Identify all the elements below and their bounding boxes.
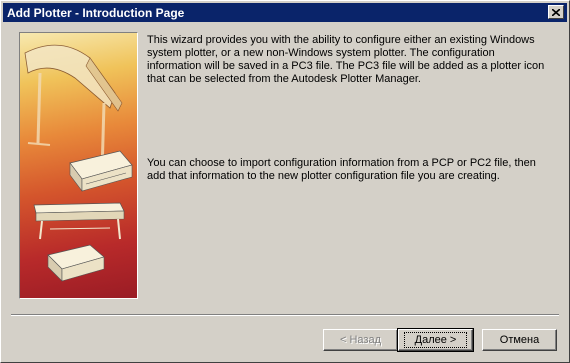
close-button[interactable]	[548, 5, 564, 19]
back-button[interactable]: < Назад	[323, 329, 398, 351]
close-icon	[552, 8, 560, 16]
window-title: Add Plotter - Introduction Page	[7, 5, 185, 20]
button-separator	[11, 314, 559, 316]
import-paragraph: You can choose to import configuration i…	[147, 157, 536, 182]
title-bar[interactable]: Add Plotter - Introduction Page	[3, 3, 567, 22]
next-button-label: Далее >	[403, 332, 468, 348]
cancel-button[interactable]: Отмена	[482, 329, 557, 351]
plotter-illustration	[19, 32, 138, 299]
add-plotter-dialog: Add Plotter - Introduction Page This wiz…	[0, 0, 570, 363]
intro-paragraph: This wizard provides you with the abilit…	[147, 34, 545, 85]
next-button[interactable]: Далее >	[397, 328, 474, 352]
